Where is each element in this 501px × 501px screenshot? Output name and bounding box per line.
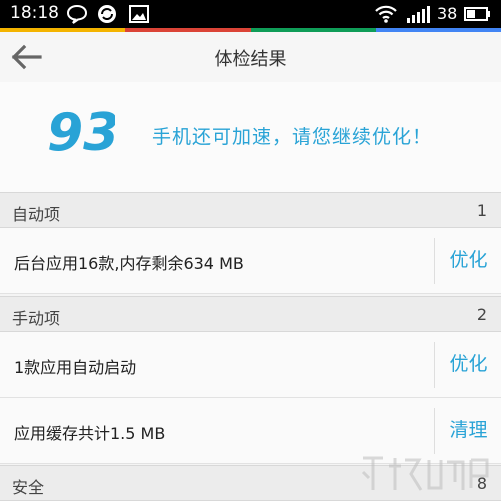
status-bar: 18:18 38 (0, 0, 501, 28)
status-time: 18:18 (10, 3, 59, 23)
result-message: 手机还可加速，请您继续优化！ (152, 126, 433, 148)
battery-icon (463, 4, 493, 28)
optimize-button[interactable]: 优化 (436, 228, 501, 293)
app-bar: 体检结果 (0, 32, 501, 82)
section-count: 1 (476, 201, 487, 220)
divider (434, 238, 435, 284)
item-text: 后台应用16款,内存剩余634 MB (14, 254, 244, 273)
section-count: 2 (476, 305, 487, 324)
list-item: 1款应用自动启动 优化 (0, 332, 501, 398)
item-text: 应用缓存共计1.5 MB (14, 424, 166, 443)
score-display: 93 (47, 104, 115, 158)
divider (434, 408, 435, 454)
section-label: 安全 (12, 478, 45, 497)
optimize-button[interactable]: 优化 (436, 332, 501, 397)
result-summary: 93 手机还可加速，请您继续优化！ (0, 82, 501, 192)
signal-icon (406, 4, 432, 28)
watermark-logo (361, 456, 489, 491)
image-icon (128, 4, 150, 28)
battery-level: 38 (437, 4, 458, 23)
score-value: 93 (47, 104, 115, 158)
section-label: 手动项 (12, 309, 61, 328)
divider (434, 342, 435, 388)
section-label: 自动项 (12, 205, 61, 224)
section-manual: 手动项 2 (0, 296, 501, 332)
chat-icon (66, 4, 88, 28)
section-auto: 自动项 1 (0, 192, 501, 228)
item-text: 1款应用自动启动 (14, 358, 137, 377)
page-title: 体检结果 (214, 49, 287, 70)
wifi-icon (374, 4, 398, 28)
sync-icon (96, 4, 118, 28)
list-item: 后台应用16款,内存剩余634 MB 优化 (0, 228, 501, 294)
